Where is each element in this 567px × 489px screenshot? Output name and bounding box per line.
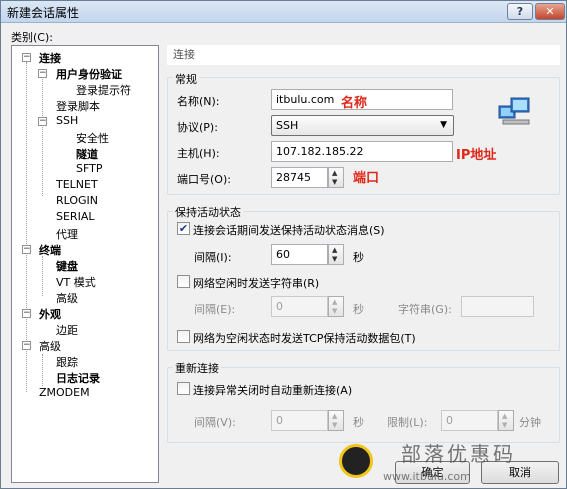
close-button[interactable]: ✕ — [535, 3, 565, 20]
limit-minutes-label: 分钟 — [519, 416, 541, 429]
tree-item-trace[interactable]: 跟踪 — [56, 354, 78, 370]
keepalive-interval-input[interactable]: 60 — [271, 244, 328, 265]
spin-down-icon[interactable]: ▼ — [332, 421, 337, 429]
category-tree[interactable]: − 连接 − 用户身份验证 登录提示符 登录脚本 − SSH 安全性 隧道 SF… — [11, 45, 159, 483]
collapse-icon[interactable]: − — [22, 309, 31, 318]
network-computer-icon — [497, 96, 533, 128]
tree-item-tunnel[interactable]: 隧道 — [76, 146, 98, 162]
panel-header: 连接 — [167, 45, 560, 65]
keepalive-interval-label: 间隔(I): — [194, 251, 232, 264]
tree-item-security[interactable]: 安全性 — [76, 130, 109, 146]
spin-up-icon[interactable]: ▲ — [332, 246, 337, 254]
tree-item-login-prompt[interactable]: 登录提示符 — [76, 82, 131, 98]
idle-interval-spinner[interactable]: ▲ ▼ — [328, 296, 344, 317]
protocol-value: SSH — [276, 119, 299, 132]
name-annotation: 名称 — [341, 96, 368, 111]
send-keepalive-checkbox[interactable]: ✔ — [177, 222, 190, 235]
protocol-label: 协议(P): — [177, 121, 218, 134]
send-keepalive-label[interactable]: 连接会话期间发送保持活动状态消息(S) — [193, 222, 385, 238]
keepalive-group-title: 保持活动状态 — [173, 204, 243, 220]
tree-line — [42, 354, 43, 386]
dropdown-arrow-icon: ▼ — [440, 120, 447, 130]
spin-down-icon[interactable]: ▼ — [502, 421, 507, 429]
tree-line — [42, 256, 43, 296]
keepalive-seconds-label: 秒 — [353, 251, 364, 264]
tree-line — [42, 76, 43, 196]
spin-down-icon[interactable]: ▼ — [332, 255, 337, 263]
tree-item-logging[interactable]: 日志记录 — [56, 370, 100, 386]
watermark-logo-icon — [339, 444, 373, 478]
general-group-title: 常规 — [173, 71, 199, 87]
keepalive-interval-spinner[interactable]: ▲ ▼ — [328, 244, 344, 265]
host-annotation: IP地址 — [456, 148, 497, 163]
tcp-keepalive-checkbox[interactable] — [177, 330, 190, 343]
tree-item-margin[interactable]: 边距 — [56, 322, 78, 338]
window-title: 新建会话属性 — [7, 6, 80, 20]
string-label: 字符串(G): — [398, 303, 452, 316]
limit-label: 限制(L): — [387, 416, 428, 429]
host-label: 主机(H): — [177, 147, 220, 160]
category-label: 类别(C): — [11, 31, 53, 44]
spin-up-icon[interactable]: ▲ — [502, 412, 507, 420]
name-label: 名称(N): — [177, 95, 220, 108]
host-input[interactable]: 107.182.185.22 — [271, 141, 453, 162]
protocol-select[interactable]: SSH ▼ — [271, 115, 454, 136]
tree-item-advanced[interactable]: 高级 — [39, 338, 61, 354]
idle-string-label[interactable]: 网络空闲时发送字符串(R) — [193, 275, 319, 291]
idle-seconds-label: 秒 — [353, 303, 364, 316]
spin-up-icon[interactable]: ▲ — [332, 412, 337, 420]
auto-reconnect-checkbox[interactable] — [177, 382, 190, 395]
tree-item-appearance[interactable]: 外观 — [39, 306, 61, 322]
spin-down-icon[interactable]: ▼ — [332, 178, 337, 186]
auto-reconnect-label[interactable]: 连接异常关闭时自动重新连接(A) — [193, 382, 352, 398]
tree-item-zmodem[interactable]: ZMODEM — [39, 386, 90, 399]
idle-string-checkbox[interactable] — [177, 275, 190, 288]
tree-item-ssh[interactable]: SSH — [56, 114, 78, 127]
reconnect-seconds-label: 秒 — [353, 416, 364, 429]
help-button[interactable]: ? — [507, 3, 533, 20]
title-bar: 新建会话属性 ? ✕ — [1, 1, 566, 23]
collapse-icon[interactable]: − — [22, 53, 31, 62]
tree-item-connection[interactable]: 连接 — [39, 50, 61, 66]
spin-up-icon[interactable]: ▲ — [332, 169, 337, 177]
tree-item-serial[interactable]: SERIAL — [56, 210, 94, 223]
tree-item-keyboard[interactable]: 键盘 — [56, 258, 78, 274]
tree-item-user-auth[interactable]: 用户身份验证 — [56, 66, 122, 82]
tree-item-vt-mode[interactable]: VT 模式 — [56, 274, 96, 290]
port-label: 端口号(O): — [177, 173, 231, 186]
port-input[interactable]: 28745 — [271, 167, 328, 188]
reconnect-group — [167, 367, 560, 443]
idle-interval-input[interactable]: 0 — [271, 296, 328, 317]
spin-down-icon[interactable]: ▼ — [332, 307, 337, 315]
idle-interval-label: 间隔(E): — [194, 303, 236, 316]
reconnect-group-title: 重新连接 — [173, 360, 221, 376]
limit-input[interactable]: 0 — [441, 410, 498, 431]
tree-item-rlogin[interactable]: RLOGIN — [56, 194, 98, 207]
reconnect-interval-spinner[interactable]: ▲ ▼ — [328, 410, 344, 431]
tree-item-terminal[interactable]: 终端 — [39, 242, 61, 258]
limit-spinner[interactable]: ▲ ▼ — [498, 410, 514, 431]
tree-item-login-script[interactable]: 登录脚本 — [56, 98, 100, 114]
session-properties-dialog: 新建会话属性 ? ✕ 类别(C): − 连接 − 用户身份验证 登录提示符 登录… — [0, 0, 567, 489]
port-spinner[interactable]: ▲ ▼ — [328, 167, 344, 188]
collapse-icon[interactable]: − — [22, 245, 31, 254]
tcp-keepalive-label[interactable]: 网络为空闲状态时发送TCP保持活动数据包(T) — [193, 330, 416, 346]
reconnect-interval-input[interactable]: 0 — [271, 410, 328, 431]
collapse-icon[interactable]: − — [38, 69, 47, 78]
spin-up-icon[interactable]: ▲ — [332, 298, 337, 306]
tree-item-proxy[interactable]: 代理 — [56, 226, 78, 242]
reconnect-interval-label: 间隔(V): — [194, 416, 236, 429]
watermark-url: www.itbulu.com — [383, 470, 471, 483]
string-input[interactable] — [461, 296, 534, 317]
collapse-icon[interactable]: − — [38, 117, 47, 126]
collapse-icon[interactable]: − — [22, 341, 31, 350]
tree-item-terminal-advanced[interactable]: 高级 — [56, 290, 78, 306]
port-annotation: 端口 — [353, 171, 380, 186]
tree-item-sftp[interactable]: SFTP — [76, 162, 102, 175]
watermark-text: 部落优惠码 — [401, 442, 516, 466]
tree-item-telnet[interactable]: TELNET — [56, 178, 98, 191]
